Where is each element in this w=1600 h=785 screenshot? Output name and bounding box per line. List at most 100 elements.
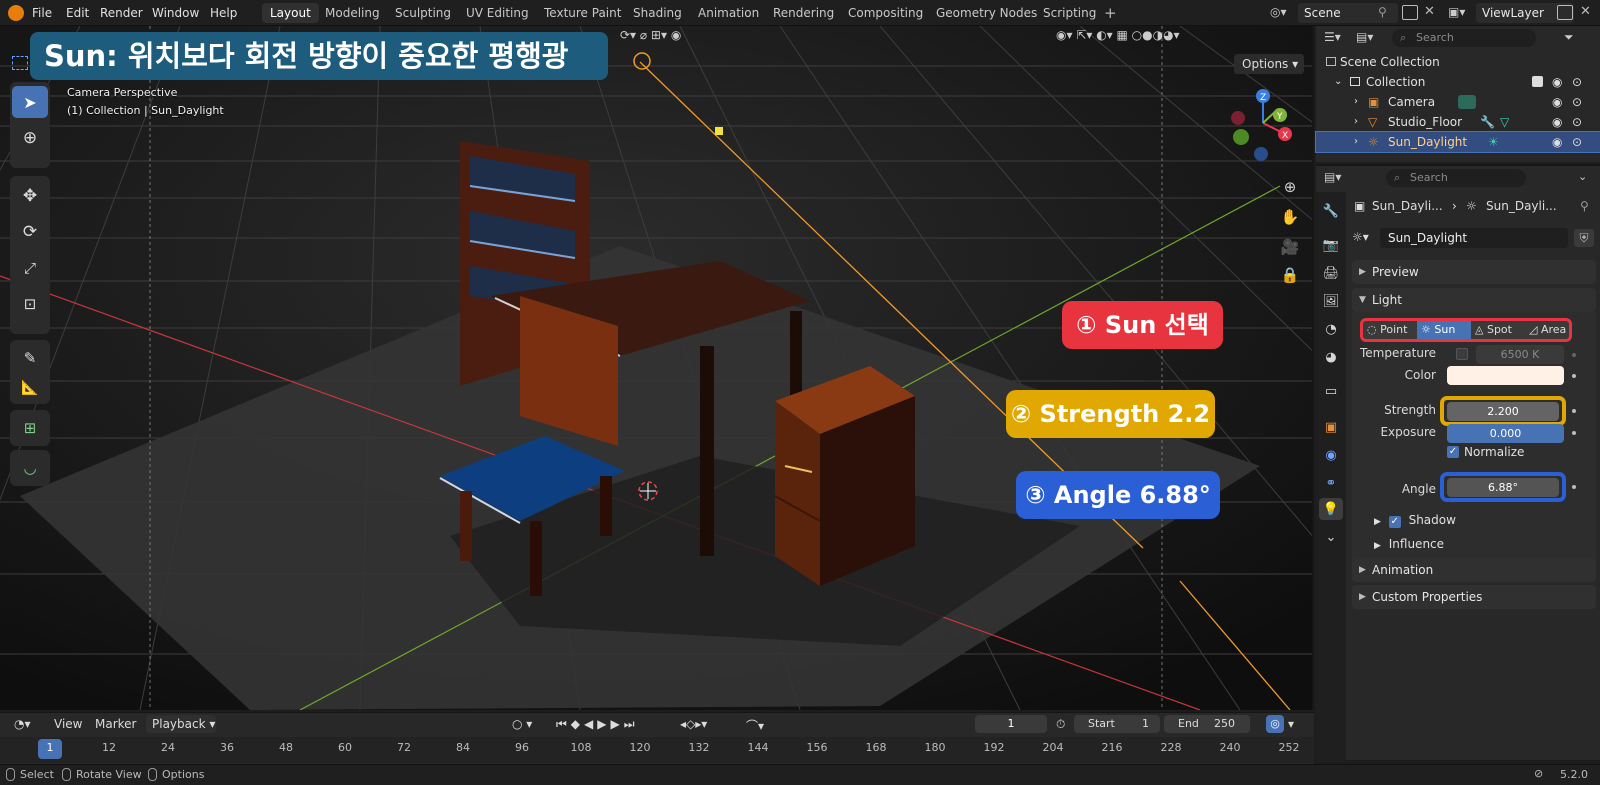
tab-shading[interactable]: Shading bbox=[625, 3, 690, 23]
keyframe-nav-icon[interactable]: ◂◇▸▾ bbox=[680, 717, 707, 731]
outliner-row-collection[interactable]: ⌄ Collection ◉ ⊙ bbox=[1316, 72, 1600, 92]
exposure-field[interactable]: 0.000 bbox=[1447, 424, 1564, 443]
sun-browse-icon[interactable]: ☼▾ bbox=[1352, 230, 1369, 244]
new-scene-icon[interactable] bbox=[1402, 5, 1418, 20]
modifier-wrench-icon[interactable]: 🔧 bbox=[1480, 112, 1495, 132]
measure-tool-button[interactable]: 📐 bbox=[12, 372, 48, 404]
render-tab-icon[interactable]: 📷 bbox=[1319, 234, 1343, 256]
strength-field[interactable]: 2.200 bbox=[1447, 402, 1559, 421]
scene-icon[interactable]: ◎▾ bbox=[1270, 5, 1292, 21]
frame-start-field[interactable]: Start 1 bbox=[1074, 715, 1160, 733]
keyframe-dot-icon[interactable] bbox=[1572, 353, 1576, 357]
outliner-row-camera[interactable]: › ▣ Camera ◉ ⊙ bbox=[1316, 92, 1600, 112]
rotate-tool-button[interactable]: ⟳ bbox=[12, 216, 48, 248]
outliner-row-studio-floor[interactable]: › ▽ Studio_Floor 🔧 ▽ ◉ ⊙ bbox=[1316, 112, 1600, 132]
move-tool-button[interactable]: ✥ bbox=[12, 180, 48, 212]
menu-help[interactable]: Help bbox=[206, 4, 241, 22]
light-type-spot[interactable]: ◬ Spot bbox=[1471, 321, 1525, 339]
timeline-view-menu[interactable]: View bbox=[54, 717, 82, 731]
object-tab-icon[interactable]: ▣ bbox=[1319, 416, 1343, 438]
add-cube-tool-button[interactable]: ⊞ bbox=[12, 412, 48, 444]
menu-edit[interactable]: Edit bbox=[62, 4, 93, 22]
transform-tool-button[interactable]: ⊡ bbox=[12, 288, 48, 320]
camera-data-icon[interactable] bbox=[1458, 95, 1476, 109]
delete-view-layer-icon[interactable]: ✕ bbox=[1580, 4, 1591, 19]
chevron-down-icon[interactable]: ▾ bbox=[1288, 717, 1294, 731]
tab-animation[interactable]: Animation bbox=[690, 3, 767, 23]
auto-keying-record-icon[interactable]: ○ ▾ bbox=[512, 717, 532, 731]
properties-editor-type-icon[interactable]: ▤▾ bbox=[1324, 170, 1341, 184]
tab-compositing[interactable]: Compositing bbox=[840, 3, 931, 23]
menu-file[interactable]: File bbox=[28, 4, 56, 22]
eye-icon[interactable]: ◉ bbox=[1552, 72, 1562, 92]
filter-icon[interactable]: ⏷ bbox=[1564, 30, 1574, 45]
tool-tab-icon[interactable]: 🔧 bbox=[1319, 200, 1343, 222]
keyframe-dot-icon[interactable] bbox=[1572, 485, 1576, 489]
shadow-checkbox[interactable]: ✓ bbox=[1388, 516, 1401, 528]
color-swatch[interactable] bbox=[1447, 366, 1564, 385]
checkbox-icon[interactable] bbox=[1532, 76, 1543, 87]
tab-uv-editing[interactable]: UV Editing bbox=[458, 3, 537, 23]
outliner-search-input[interactable]: ⌕ Search bbox=[1392, 29, 1536, 47]
subpanel-influence[interactable]: ▶ Influence bbox=[1374, 534, 1574, 554]
keyframe-dot-icon[interactable] bbox=[1572, 374, 1576, 378]
expand-chevron-icon[interactable]: › bbox=[1354, 112, 1358, 132]
playback-controls[interactable]: ⏮◆◀▶▶⏭ bbox=[556, 717, 639, 732]
expand-chevron-icon[interactable]: › bbox=[1354, 92, 1358, 112]
tab-scripting[interactable]: Scripting bbox=[1035, 3, 1104, 23]
stopwatch-icon[interactable]: ⏱ bbox=[1056, 717, 1065, 732]
keyframe-dot-icon[interactable] bbox=[1572, 409, 1576, 413]
light-data-tab-icon[interactable]: 💡 bbox=[1319, 498, 1343, 520]
pin-icon[interactable]: ⚲ bbox=[1580, 196, 1589, 216]
pan-hand-icon[interactable]: ✋ bbox=[1279, 206, 1301, 228]
expand-chevron-icon[interactable]: › bbox=[1354, 132, 1358, 152]
sun-data-icon[interactable]: ☀ bbox=[1488, 132, 1499, 152]
panel-custom-properties[interactable]: ▶ Custom Properties bbox=[1352, 585, 1596, 609]
pin-icon[interactable]: ⚲ bbox=[1378, 5, 1387, 19]
datablock-name-field[interactable]: Sun_Daylight bbox=[1380, 228, 1568, 248]
timeline-marker-menu[interactable]: Marker bbox=[95, 717, 136, 731]
chevron-down-icon[interactable]: ⌄ bbox=[1578, 170, 1587, 183]
playback-dropdown[interactable]: Playback ▾ bbox=[146, 715, 216, 733]
constraints-tab-icon[interactable]: ⚭ bbox=[1319, 472, 1343, 494]
frame-end-field[interactable]: End 250 bbox=[1164, 715, 1250, 733]
tab-sculpting[interactable]: Sculpting bbox=[387, 3, 459, 23]
light-type-point[interactable]: ◌ Point bbox=[1363, 321, 1417, 339]
eye-icon[interactable]: ◉ bbox=[1552, 132, 1562, 152]
eye-icon[interactable]: ◉ bbox=[1552, 112, 1562, 132]
eye-icon[interactable]: ◉ bbox=[1552, 92, 1562, 112]
panel-preview[interactable]: ▶ Preview bbox=[1352, 260, 1596, 284]
properties-search-input[interactable]: ⌕ Search bbox=[1386, 169, 1526, 187]
cursor-tool-button[interactable]: ⊕ bbox=[12, 122, 48, 154]
scale-tool-button[interactable]: ⤢ bbox=[12, 252, 48, 284]
outliner-row-scene-collection[interactable]: Scene Collection bbox=[1316, 52, 1600, 72]
options-dropdown[interactable]: Options ▾ bbox=[1234, 54, 1304, 74]
viewport-scene[interactable]: Z X Y bbox=[0, 26, 1314, 710]
expand-chevron-icon[interactable]: ⌄ bbox=[1334, 72, 1342, 92]
panel-animation[interactable]: ▶ Animation bbox=[1352, 558, 1596, 582]
render-camera-icon[interactable]: ⊙ bbox=[1572, 72, 1582, 92]
annotate-tool-button[interactable]: ✎ bbox=[12, 342, 48, 374]
more-tabs-chevron-icon[interactable]: ⌄ bbox=[1319, 526, 1343, 548]
tab-modeling[interactable]: Modeling bbox=[317, 3, 388, 23]
timeline-editor-type-icon[interactable]: ◔▾ bbox=[14, 717, 31, 731]
lock-icon[interactable]: 🔒 bbox=[1279, 264, 1301, 286]
physics-tab-icon[interactable]: ◉ bbox=[1319, 444, 1343, 466]
tab-texture-paint[interactable]: Texture Paint bbox=[536, 3, 629, 23]
tab-geometry-nodes[interactable]: Geometry Nodes bbox=[928, 3, 1045, 23]
extrude-tool-button[interactable]: ◡ bbox=[12, 452, 48, 484]
mesh-data-icon[interactable]: ▽ bbox=[1500, 112, 1509, 132]
blender-logo-icon[interactable] bbox=[8, 5, 24, 21]
angle-field[interactable]: 6.88° bbox=[1447, 478, 1559, 497]
3d-viewport[interactable]: Z X Y ⟳▾ ⌀ ⊞▾ ◉ ◉▾ ⇱▾ ◐▾ ▦ ○●◑◕▾ Options… bbox=[0, 26, 1314, 710]
tab-rendering[interactable]: Rendering bbox=[765, 3, 842, 23]
panel-light[interactable]: ▼ Light bbox=[1352, 288, 1596, 312]
light-type-selector[interactable]: ◌ Point ☼ Sun ◬ Spot ◿ Area bbox=[1360, 318, 1572, 342]
light-type-area[interactable]: ◿ Area bbox=[1525, 321, 1569, 339]
menu-render[interactable]: Render bbox=[96, 4, 147, 22]
fake-user-shield-icon[interactable]: ⛨ bbox=[1574, 229, 1594, 247]
collection-tab-icon[interactable]: ▭ bbox=[1319, 380, 1343, 402]
add-workspace-icon[interactable]: + bbox=[1104, 4, 1117, 22]
light-type-sun[interactable]: ☼ Sun bbox=[1417, 321, 1471, 339]
keyframe-dot-icon[interactable] bbox=[1572, 431, 1576, 435]
